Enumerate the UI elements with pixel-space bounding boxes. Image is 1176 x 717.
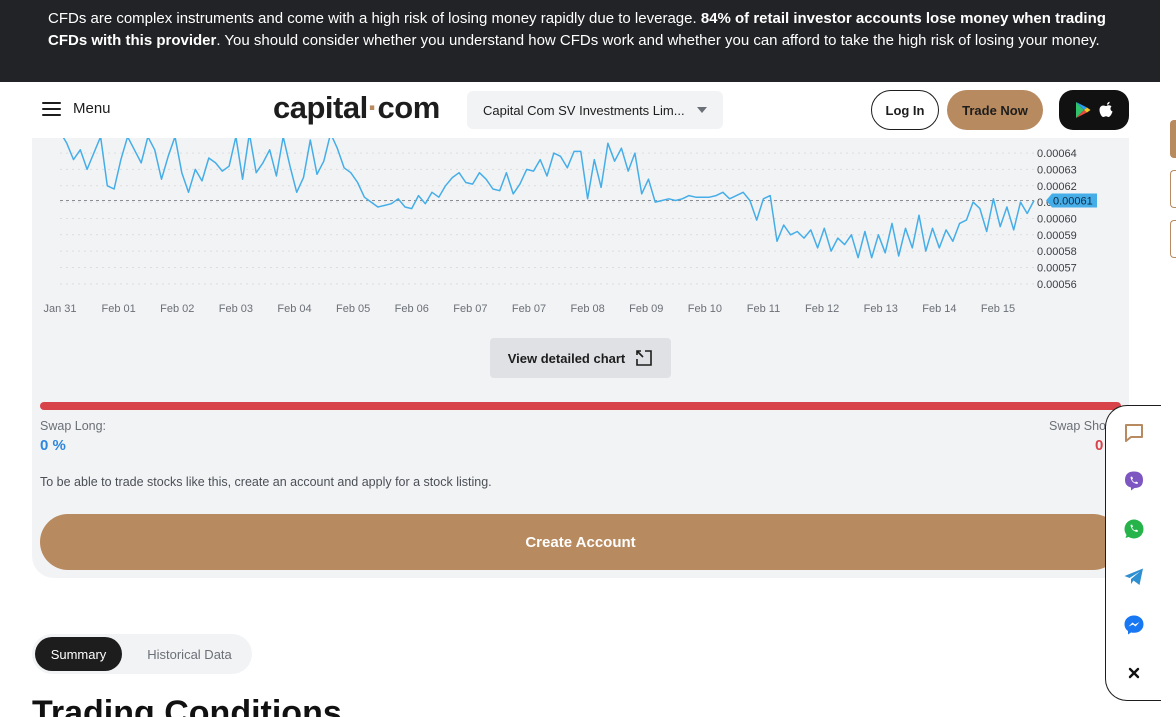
x-tick-label: Feb 10 <box>688 303 722 315</box>
tab-summary[interactable]: Summary <box>35 637 122 671</box>
x-tick-label: Feb 13 <box>864 303 898 315</box>
whatsapp-icon[interactable] <box>1123 518 1145 540</box>
x-tick-label: Feb 15 <box>981 303 1015 315</box>
y-tick-label: 0.00057 <box>1037 262 1077 274</box>
close-icon[interactable] <box>1123 662 1145 684</box>
risk-warning-banner: CFDs are complex instruments and come wi… <box>0 0 1160 82</box>
entity-selector[interactable]: Capital Com SV Investments Lim... <box>467 91 723 129</box>
telegram-icon[interactable] <box>1123 566 1145 588</box>
swap-long-label: Swap Long: <box>40 419 107 433</box>
viber-icon[interactable] <box>1123 470 1145 492</box>
menu-label: Menu <box>73 100 111 117</box>
y-tick-label: 0.00058 <box>1037 246 1077 258</box>
swap-long-value: 0 % <box>40 437 66 454</box>
x-tick-label: Feb 06 <box>395 303 429 315</box>
x-tick-label: Feb 04 <box>277 303 311 315</box>
current-price-value: 0.00061 <box>1053 195 1093 207</box>
x-tick-label: Feb 09 <box>629 303 663 315</box>
x-tick-label: Feb 14 <box>922 303 956 315</box>
x-tick-label: Feb 03 <box>219 303 253 315</box>
side-tab-1[interactable] <box>1170 120 1176 158</box>
swap-short-value: 0 <box>1095 437 1104 454</box>
page: 0.00064 0.00063 0.00062 0.00061 0.00060 0.000… <box>0 0 1176 717</box>
chevron-down-icon <box>697 107 707 113</box>
hamburger-icon <box>42 101 61 116</box>
expand-icon <box>636 350 653 366</box>
side-tab-2[interactable] <box>1170 170 1176 208</box>
swap-ratio-bar <box>40 402 1121 410</box>
app-store-buttons[interactable] <box>1059 90 1129 130</box>
risk-text-end: . You should consider whether you unders… <box>216 32 1100 49</box>
side-tab-3[interactable] <box>1170 220 1176 258</box>
capital-com-logo[interactable]: capital·com <box>273 90 440 126</box>
chat-icon[interactable] <box>1123 422 1145 444</box>
entity-selected-value: Capital Com SV Investments Lim... <box>483 102 685 118</box>
messenger-icon[interactable] <box>1123 614 1145 636</box>
contact-widget <box>1105 405 1161 701</box>
y-tick-label: 0.00060 <box>1037 213 1077 225</box>
x-tick-label: Feb 05 <box>336 303 370 315</box>
x-tick-label: Feb 08 <box>571 303 605 315</box>
x-tick-label: Feb 01 <box>102 303 136 315</box>
tab-bar: Summary Historical Data <box>32 634 252 674</box>
view-detailed-chart-label: View detailed chart <box>507 350 626 366</box>
x-tick-label: Feb 11 <box>747 303 780 315</box>
tab-historical-data[interactable]: Historical Data <box>132 637 247 671</box>
apple-icon[interactable] <box>1099 101 1114 119</box>
section-title: Trading Conditions <box>32 694 342 717</box>
view-detailed-chart-button[interactable]: View detailed chart <box>490 338 671 378</box>
x-tick-label: Jan 31 <box>43 303 76 315</box>
x-tick-label: Feb 12 <box>805 303 839 315</box>
x-tick-label: Feb 02 <box>160 303 194 315</box>
y-tick-label: 0.00064 <box>1037 148 1077 160</box>
swap-short-label: Swap Sho <box>1049 419 1106 433</box>
create-account-button[interactable]: Create Account <box>40 514 1121 570</box>
x-tick-label: Feb 07 <box>453 303 487 315</box>
y-tick-label: 0.00063 <box>1037 164 1077 176</box>
site-header: Menu capital·com Capital Com SV Investme… <box>0 82 1160 138</box>
x-tick-label: Feb 07 <box>512 303 546 315</box>
trade-now-button[interactable]: Trade Now <box>947 90 1043 130</box>
google-play-icon[interactable] <box>1075 101 1091 119</box>
stock-listing-note: To be able to trade stocks like this, cr… <box>40 475 492 489</box>
login-button[interactable]: Log In <box>871 90 939 130</box>
price-series-line <box>62 138 1035 259</box>
risk-text-start: CFDs are complex instruments and come wi… <box>48 10 701 27</box>
y-tick-label: 0.00059 <box>1037 230 1077 242</box>
y-tick-label: 0.00062 <box>1037 181 1077 193</box>
y-tick-label: 0.00056 <box>1037 279 1077 291</box>
menu-button[interactable]: Menu <box>42 100 111 117</box>
